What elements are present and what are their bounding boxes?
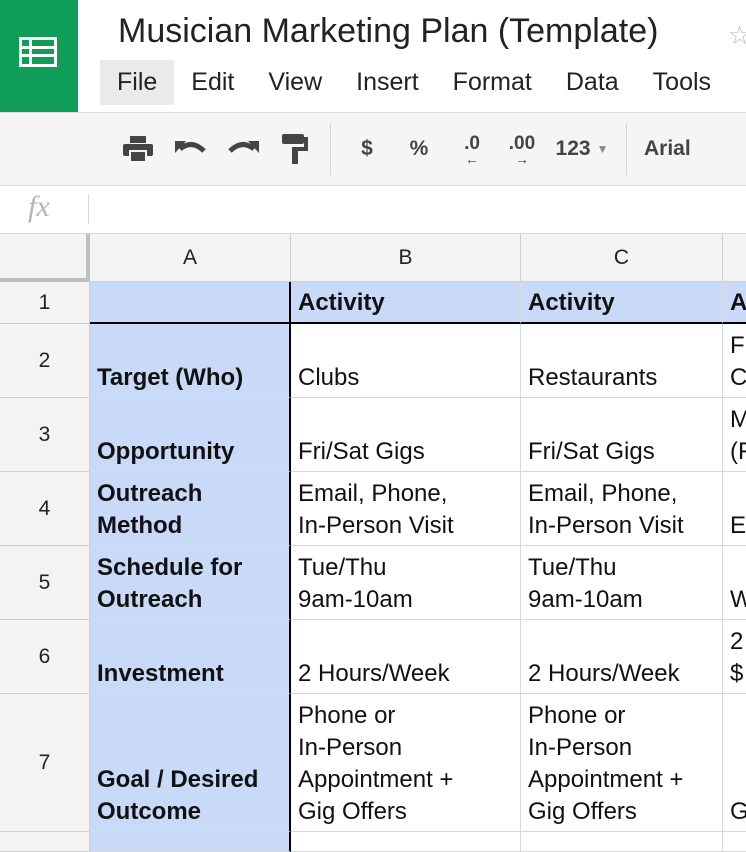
row-header[interactable] (0, 832, 90, 852)
cell-c7[interactable]: Phone or In-Person Appointment + Gig Off… (521, 694, 723, 832)
menu-insert[interactable]: Insert (339, 60, 436, 105)
currency-format-button[interactable]: $ (352, 113, 382, 185)
row-header[interactable]: 7 (0, 694, 90, 832)
cell-b7[interactable]: Phone or In-Person Appointment + Gig Off… (291, 694, 521, 832)
select-all-corner[interactable] (0, 234, 90, 282)
menu-edit[interactable]: Edit (174, 60, 251, 105)
row-header[interactable]: 3 (0, 398, 90, 472)
cell-c8[interactable] (521, 832, 723, 852)
document-title[interactable]: Musician Marketing Plan (Template) (118, 12, 658, 51)
cell-d5[interactable]: W (723, 546, 746, 620)
cell-a5[interactable]: Schedule for Outreach (90, 546, 291, 620)
column-header-d[interactable] (723, 234, 746, 282)
star-icon[interactable]: ☆ (728, 20, 746, 51)
cell-b5[interactable]: Tue/Thu 9am-10am (291, 546, 521, 620)
cell-b8[interactable] (291, 832, 521, 852)
cell-a6[interactable]: Investment (90, 620, 291, 694)
cell-d1[interactable]: A (723, 282, 746, 324)
formula-input[interactable] (96, 190, 740, 232)
cell-a8[interactable] (90, 832, 291, 852)
cell-b1[interactable]: Activity (291, 282, 521, 324)
cell-b3[interactable]: Fri/Sat Gigs (291, 398, 521, 472)
menu-format[interactable]: Format (436, 60, 549, 105)
redo-icon[interactable] (224, 113, 262, 185)
column-header-a[interactable]: A (90, 234, 291, 282)
cell-a3[interactable]: Opportunity (90, 398, 291, 472)
cell-d8[interactable] (723, 832, 746, 852)
undo-icon[interactable] (172, 113, 210, 185)
cell-c1[interactable]: Activity (521, 282, 723, 324)
cell-c3[interactable]: Fri/Sat Gigs (521, 398, 723, 472)
row-header[interactable]: 1 (0, 282, 90, 324)
cell-b6[interactable]: 2 Hours/Week (291, 620, 521, 694)
cell-d3[interactable]: M (F (723, 398, 746, 472)
column-header-c[interactable]: C (521, 234, 723, 282)
font-family-select[interactable]: Arial (644, 113, 706, 185)
cell-b4[interactable]: Email, Phone, In-Person Visit (291, 472, 521, 546)
cell-d6[interactable]: 2 $ (723, 620, 746, 694)
print-icon[interactable] (120, 113, 156, 185)
decrease-decimal-button[interactable]: .0 ← (452, 113, 492, 185)
paint-format-icon[interactable] (278, 113, 312, 185)
row-header[interactable]: 6 (0, 620, 90, 694)
cell-a7[interactable]: Goal / Desired Outcome (90, 694, 291, 832)
cell-c6[interactable]: 2 Hours/Week (521, 620, 723, 694)
row-header[interactable]: 4 (0, 472, 90, 546)
column-header-b[interactable]: B (291, 234, 521, 282)
sheets-logo-icon[interactable] (0, 0, 78, 112)
more-formats-button[interactable]: 123 ▼ (550, 113, 614, 185)
fx-icon: fx (28, 190, 50, 223)
dropdown-arrow-icon: ▼ (596, 142, 609, 156)
row-header[interactable]: 2 (0, 324, 90, 398)
menu-file[interactable]: File (100, 59, 175, 105)
cell-a4[interactable]: Outreach Method (90, 472, 291, 546)
percent-format-button[interactable]: % (402, 113, 436, 185)
menu-view[interactable]: View (251, 60, 339, 105)
increase-decimal-button[interactable]: .00 → (500, 113, 544, 185)
cell-c5[interactable]: Tue/Thu 9am-10am (521, 546, 723, 620)
cell-a2[interactable]: Target (Who) (90, 324, 291, 398)
cell-d7[interactable]: G (723, 694, 746, 832)
menu-data[interactable]: Data (549, 60, 636, 105)
toolbar: $ % .0 ← .00 → 123 ▼ Arial (0, 112, 746, 186)
row-header[interactable]: 5 (0, 546, 90, 620)
arrow-left-icon: ← (465, 151, 479, 167)
cell-c2[interactable]: Restaurants (521, 324, 723, 398)
cell-b2[interactable]: Clubs (291, 324, 521, 398)
cell-d4[interactable]: E (723, 472, 746, 546)
menu-bar: File Edit View Insert Format Data Tools (100, 56, 728, 108)
cell-c4[interactable]: Email, Phone, In-Person Visit (521, 472, 723, 546)
cell-d2[interactable]: F C (723, 324, 746, 398)
arrow-right-icon: → (515, 151, 529, 167)
spreadsheet-grid-icon (19, 37, 57, 67)
menu-tools[interactable]: Tools (636, 60, 728, 105)
cell-a1[interactable] (90, 282, 291, 324)
